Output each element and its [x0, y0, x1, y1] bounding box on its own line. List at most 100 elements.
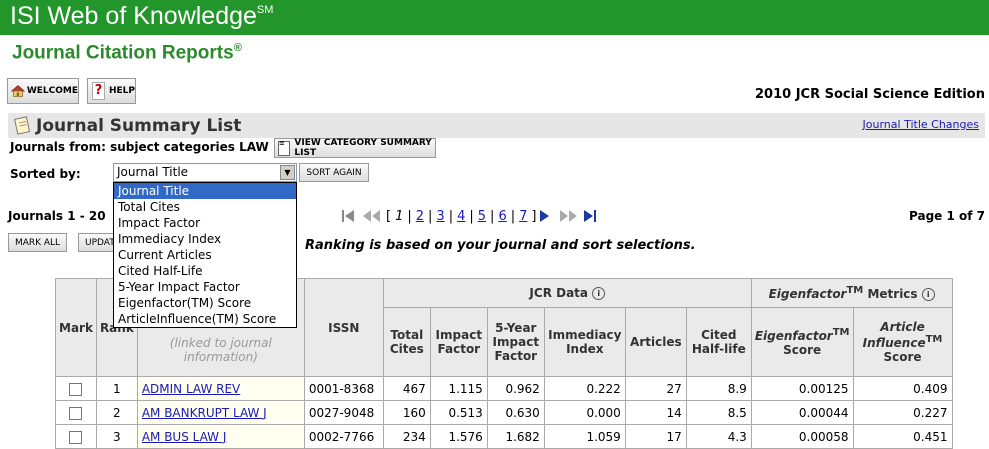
view-category-summary-button[interactable]: ≡ VIEW CATEGORY SUMMARY LIST — [274, 138, 436, 158]
pager-separator: | — [448, 208, 454, 224]
mark-checkbox[interactable] — [69, 382, 83, 396]
half-life-cell: 8.5 — [685, 400, 752, 425]
edition-label: 2010 JCR Social Science Edition — [755, 87, 985, 102]
last-page-icon[interactable] — [582, 208, 598, 224]
sort-option-total-cites[interactable]: Total Cites — [114, 199, 296, 215]
immediacy-cell: 1.059 — [543, 424, 626, 449]
brand-logo[interactable]: ISI Web of KnowledgeSM — [10, 2, 273, 31]
list-icon: ≡ — [278, 139, 291, 156]
column-header-5-year-impact[interactable]: 5-Year Impact Factor — [486, 307, 545, 377]
column-header-impact-factor[interactable]: Impact Factor — [429, 307, 488, 377]
article-influence-cell: 0.227 — [852, 400, 953, 425]
info-icon[interactable]: i — [592, 287, 606, 300]
page-link-6[interactable]: 6 — [498, 209, 506, 224]
sort-option-current-articles[interactable]: Current Articles — [114, 247, 296, 263]
article-influence-col-score: Score — [883, 350, 922, 364]
info-icon[interactable]: i — [921, 288, 935, 301]
sorted-by-label: Sorted by: — [10, 167, 81, 181]
welcome-label: WELCOME — [26, 86, 78, 96]
journals-range-label: Journals 1 - 20 — [8, 209, 106, 223]
eigenfactor-group-header: EigenfactorTM Metrics i — [750, 278, 953, 308]
pager-close-bracket: ] — [531, 208, 537, 224]
journals-from-value: subject categories LAW — [110, 140, 269, 154]
journal-title-link[interactable]: AM BANKRUPT LAW J — [142, 406, 267, 420]
eigenfactor-cell: 0.00044 — [750, 400, 854, 425]
update-marked-button[interactable]: UPDATE — [78, 233, 114, 252]
pager-open-bracket: [ — [386, 208, 392, 224]
top-banner: ISI Web of KnowledgeSM — [0, 0, 989, 35]
sort-select[interactable]: Journal Title ▼ — [113, 163, 297, 182]
table-row: 3 AM BUS LAW J 0002-7766 234 1.576 1.682… — [55, 424, 953, 449]
help-button[interactable]: ? HELP — [87, 78, 136, 104]
pagination: [ 1 | 2 | 3 | 4 | 5 | 6 | 7 ] — [340, 206, 598, 226]
immediacy-cell: 0.000 — [543, 400, 626, 425]
rank-cell: 3 — [95, 424, 138, 449]
half-life-cell: 8.9 — [685, 376, 752, 401]
sort-option-immediacy-index[interactable]: Immediacy Index — [114, 231, 296, 247]
five-year-impact-cell: 0.630 — [486, 400, 545, 425]
chevron-down-icon[interactable]: ▼ — [280, 165, 295, 180]
column-header-articles[interactable]: Articles — [624, 307, 687, 377]
jcr-data-group-header: JCR Data i — [382, 278, 752, 308]
current-page: 1 — [395, 208, 404, 224]
sort-option-journal-title[interactable]: Journal Title — [114, 183, 296, 199]
pager-separator: | — [428, 208, 433, 224]
column-header-eigenfactor-score[interactable]: EigenfactorTM Score — [750, 307, 854, 377]
table-row: 1 ADMIN LAW REV 0001-8368 467 1.115 0.96… — [55, 376, 953, 401]
skip-forward-icon[interactable] — [558, 208, 580, 224]
column-header-cited-half-life[interactable]: Cited Half-life — [685, 307, 752, 377]
notepad-icon — [14, 116, 31, 135]
table-row: 2 AM BANKRUPT LAW J 0027-9048 160 0.513 … — [55, 400, 953, 425]
journal-title-changes-link[interactable]: Journal Title Changes — [863, 118, 979, 131]
page-info: Page 1 of 7 — [909, 209, 985, 223]
sort-option-impact-factor[interactable]: Impact Factor — [114, 215, 296, 231]
articles-cell: 14 — [624, 400, 687, 425]
page-link-2[interactable]: 2 — [416, 209, 424, 224]
mark-cell — [55, 424, 97, 449]
page-link-5[interactable]: 5 — [478, 209, 486, 224]
journals-from-label: Journals from: subject categories LAW — [10, 140, 269, 154]
articles-cell: 27 — [624, 376, 687, 401]
mark-checkbox[interactable] — [69, 406, 83, 420]
mark-checkbox[interactable] — [69, 430, 83, 444]
mark-all-button[interactable]: MARK ALL — [8, 233, 67, 252]
jcr-data-title: JCR Data — [529, 286, 589, 300]
eigenfactor-group-name: Eigenfactor — [768, 287, 847, 301]
articles-cell: 17 — [624, 424, 687, 449]
product-registered-mark: ® — [233, 42, 242, 54]
impact-factor-cell: 1.576 — [429, 424, 488, 449]
total-cites-cell: 160 — [382, 400, 431, 425]
home-icon — [11, 85, 25, 97]
issn-cell: 0002-7766 — [303, 424, 384, 449]
first-page-icon[interactable] — [340, 208, 356, 224]
sort-option-article-influence-score[interactable]: ArticleInfluence(TM) Score — [114, 311, 296, 327]
next-page-icon[interactable] — [538, 208, 550, 224]
sort-again-button[interactable]: SORT AGAIN — [299, 163, 369, 182]
sort-option-eigenfactor-score[interactable]: Eigenfactor(TM) Score — [114, 295, 296, 311]
sort-option-cited-half-life[interactable]: Cited Half-Life — [114, 263, 296, 279]
pager-separator: | — [407, 208, 412, 224]
view-category-summary-label: VIEW CATEGORY SUMMARY LIST — [294, 138, 432, 158]
column-header-issn: ISSN — [303, 278, 384, 377]
rank-cell: 2 — [95, 400, 138, 425]
column-header-immediacy-index[interactable]: Immediacy Index — [543, 307, 626, 377]
page-link-7[interactable]: 7 — [519, 209, 527, 224]
journal-title-cell: AM BANKRUPT LAW J — [136, 400, 305, 425]
sort-dropdown-list[interactable]: Journal Title Total Cites Impact Factor … — [113, 182, 297, 328]
column-header-article-influence[interactable]: Article InfluenceTM Score — [852, 307, 953, 377]
issn-cell: 0027-9048 — [303, 400, 384, 425]
journal-title-link[interactable]: AM BUS LAW J — [142, 430, 227, 444]
welcome-button[interactable]: WELCOME — [7, 78, 79, 104]
impact-factor-cell: 1.115 — [429, 376, 488, 401]
sort-option-5-year-impact-factor[interactable]: 5-Year Impact Factor — [114, 279, 296, 295]
journal-title-link[interactable]: ADMIN LAW REV — [142, 382, 240, 396]
page-link-3[interactable]: 3 — [436, 209, 444, 224]
pager-separator: | — [510, 208, 516, 224]
eigenfactor-group-tail: Metrics — [867, 287, 918, 301]
ranking-note: Ranking is based on your journal and sor… — [305, 238, 696, 253]
column-header-total-cites[interactable]: Total Cites — [382, 307, 431, 377]
page-link-4[interactable]: 4 — [457, 209, 465, 224]
rank-cell: 1 — [95, 376, 138, 401]
article-influence-col-tm: TM — [925, 334, 943, 345]
previous-page-icon[interactable] — [360, 208, 382, 224]
